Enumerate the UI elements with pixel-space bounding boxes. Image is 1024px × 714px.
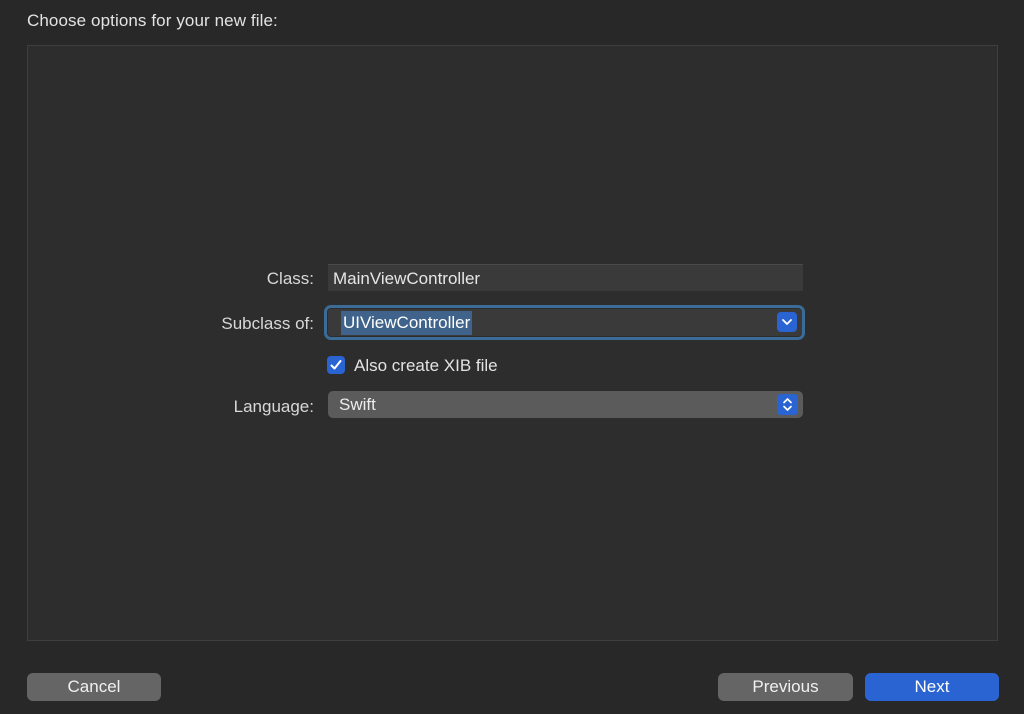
language-popup-arrows[interactable] (777, 394, 798, 415)
cancel-button[interactable]: Cancel (27, 673, 161, 701)
chevron-down-icon (782, 319, 792, 325)
language-value[interactable]: Swift (339, 395, 376, 415)
subclass-dropdown-button[interactable] (777, 312, 797, 332)
class-label: Class: (266, 269, 314, 288)
subclass-label: Subclass of: (221, 314, 314, 333)
dialog-title: Choose options for your new file: (27, 11, 278, 30)
options-panel (27, 45, 998, 641)
previous-button[interactable]: Previous (718, 673, 853, 701)
class-name-field[interactable]: MainViewController (328, 264, 803, 291)
language-popup-button[interactable] (328, 391, 803, 418)
create-xib-checkbox[interactable] (327, 356, 345, 374)
language-label: Language: (233, 397, 314, 416)
create-xib-label[interactable]: Also create XIB file (354, 356, 498, 376)
up-down-chevron-icon (783, 398, 792, 411)
new-file-options-dialog: Choose options for your new file: Class:… (0, 0, 1024, 714)
subclass-field-text[interactable]: UIViewController (341, 311, 473, 335)
checkmark-icon (330, 360, 342, 370)
next-button[interactable]: Next (865, 673, 999, 701)
